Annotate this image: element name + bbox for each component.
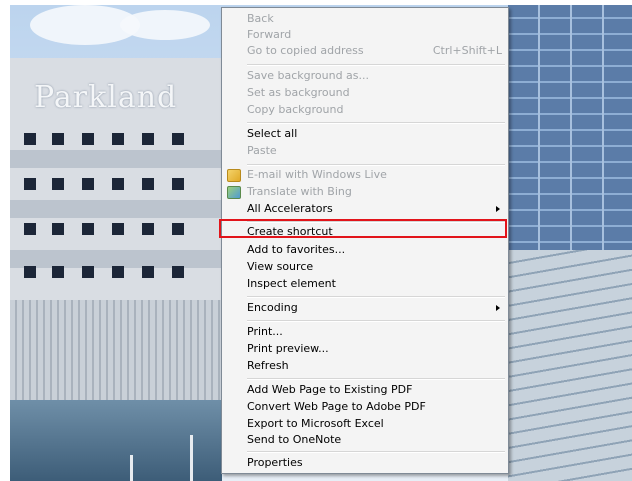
menu-item-add-to-existing-pdf[interactable]: Add Web Page to Existing PDF xyxy=(222,382,508,398)
menu-item-add-to-favorites[interactable]: Add to favorites... xyxy=(222,242,508,258)
submenu-arrow-icon xyxy=(496,305,500,311)
menu-item-forward[interactable]: Forward xyxy=(222,27,508,43)
menu-item-paste[interactable]: Paste xyxy=(222,143,508,159)
menu-separator xyxy=(247,296,505,298)
menu-item-convert-to-adobe-pdf[interactable]: Convert Web Page to Adobe PDF xyxy=(222,399,508,415)
menu-item-email-windows-live[interactable]: E-mail with Windows Live xyxy=(222,167,508,183)
menu-separator xyxy=(247,64,505,66)
menu-item-save-background[interactable]: Save background as... xyxy=(222,68,508,84)
menu-separator xyxy=(247,378,505,380)
menu-item-print[interactable]: Print... xyxy=(222,324,508,340)
menu-item-inspect-element[interactable]: Inspect element xyxy=(222,276,508,292)
menu-item-all-accelerators[interactable]: All Accelerators xyxy=(222,201,508,217)
submenu-arrow-icon xyxy=(496,206,500,212)
menu-item-print-preview[interactable]: Print preview... xyxy=(222,341,508,357)
cloud xyxy=(120,10,210,40)
menu-item-properties[interactable]: Properties xyxy=(222,455,508,471)
context-menu: Back Forward Go to copied address Ctrl+S… xyxy=(221,7,509,474)
shortcut-text: Ctrl+Shift+L xyxy=(432,44,502,57)
menu-item-set-as-background[interactable]: Set as background xyxy=(222,85,508,101)
highlight-box xyxy=(219,219,507,238)
menu-item-select-all[interactable]: Select all xyxy=(222,126,508,142)
menu-item-go-to-copied-address[interactable]: Go to copied address Ctrl+Shift+L xyxy=(222,43,508,59)
menu-item-view-source[interactable]: View source xyxy=(222,259,508,275)
street-lamp xyxy=(190,435,193,481)
menu-item-export-to-excel[interactable]: Export to Microsoft Excel xyxy=(222,416,508,432)
menu-item-copy-background[interactable]: Copy background xyxy=(222,102,508,118)
menu-item-back[interactable]: Back xyxy=(222,11,508,27)
menu-separator xyxy=(247,451,505,453)
building-facade-right xyxy=(508,250,632,481)
menu-separator xyxy=(247,320,505,322)
bing-translate-icon xyxy=(227,186,241,199)
menu-item-encoding[interactable]: Encoding xyxy=(222,300,508,316)
menu-separator xyxy=(247,122,505,124)
menu-item-send-to-onenote[interactable]: Send to OneNote xyxy=(222,432,508,448)
parkland-logo-text: Parkland xyxy=(34,80,178,115)
menu-item-refresh[interactable]: Refresh xyxy=(222,358,508,374)
menu-item-translate-bing[interactable]: Translate with Bing xyxy=(222,184,508,200)
street-lamp xyxy=(130,455,133,481)
menu-separator xyxy=(247,164,505,166)
windows-live-mail-icon xyxy=(227,169,241,182)
